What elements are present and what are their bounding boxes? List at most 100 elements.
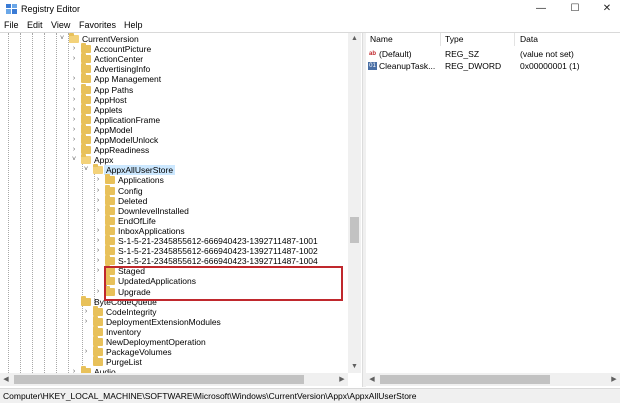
tree-item[interactable]: › S-1-5-21-2345855612-666940423-139271148… [0, 255, 348, 266]
tree-item[interactable]: › ActionCenter [0, 53, 348, 64]
expand-chevron-icon[interactable]: › [94, 266, 102, 276]
expand-chevron-icon[interactable]: › [94, 186, 102, 196]
tree-item[interactable]: › CodeIntegrity [0, 305, 348, 317]
folder-icon [93, 356, 103, 367]
tree-item-label: S-1-5-21-2345855612-666940423-1392711487… [118, 246, 318, 257]
tree-item[interactable]: › Applications [0, 174, 348, 186]
expand-chevron-icon[interactable]: › [82, 317, 90, 327]
key-tree-pane[interactable]: ˅ CurrentVersion › AccountPicture › ActionCen… [0, 33, 362, 387]
folder-icon [93, 164, 103, 175]
expand-chevron-icon[interactable]: › [94, 196, 102, 206]
expand-chevron-icon[interactable]: › [70, 54, 78, 64]
window-title: Registry Editor [21, 4, 81, 14]
tree-item[interactable]: › Deleted [0, 194, 348, 206]
menu-view[interactable]: View [51, 20, 70, 30]
tree-item-label: AppReadiness [94, 145, 150, 156]
tree-item[interactable]: › AppModel [0, 123, 348, 135]
values-horizontal-scrollbar[interactable]: ◀ ▶ [366, 373, 620, 386]
tree-item[interactable]: ˅ CurrentVersion [0, 33, 348, 44]
tree-item[interactable]: › AppReadiness [0, 144, 348, 156]
scroll-up-arrow-icon[interactable]: ▲ [348, 33, 361, 45]
expand-chevron-icon[interactable]: › [70, 95, 78, 105]
tree-item[interactable]: › S-1-5-21-2345855612-666940423-139271148… [0, 245, 348, 257]
expand-chevron-icon[interactable]: › [70, 44, 78, 54]
tree-item[interactable]: › Applets [0, 103, 348, 115]
expand-chevron-icon[interactable]: › [70, 74, 78, 84]
scroll-down-arrow-icon[interactable]: ▼ [348, 361, 361, 373]
tree-horizontal-scroll-thumb[interactable] [14, 375, 304, 384]
expand-chevron-icon[interactable]: › [70, 125, 78, 135]
menu-file[interactable]: File [4, 20, 19, 30]
expand-chevron-icon[interactable]: › [94, 246, 102, 256]
tree-item-label: S-1-5-21-2345855612-666940423-1392711487… [118, 236, 318, 246]
tree-item[interactable]: › DeploymentExtensionModules [0, 315, 348, 327]
tree-item[interactable]: › S-1-5-21-2345855612-666940423-139271148… [0, 235, 348, 246]
expand-chevron-icon[interactable]: › [70, 85, 78, 95]
column-header-type[interactable]: Type [445, 33, 463, 46]
tree-item[interactable]: › ApplicationFrame [0, 113, 348, 125]
tree-item[interactable]: NewDeploymentOperation [0, 336, 348, 347]
value-row[interactable]: 01 CleanupTask... REG_DWORD 0x00000001 (… [366, 60, 620, 72]
expand-chevron-icon[interactable]: › [94, 236, 102, 246]
expand-chevron-icon[interactable]: › [70, 115, 78, 125]
tree-item[interactable]: EndOfLife [0, 214, 348, 226]
minimize-button[interactable]: — [528, 1, 554, 17]
folder-icon [105, 255, 115, 266]
values-horizontal-scroll-thumb[interactable] [380, 375, 550, 384]
tree-item[interactable]: › AppModelUnlock [0, 134, 348, 145]
expand-chevron-icon[interactable]: › [94, 206, 102, 216]
folder-icon [81, 43, 91, 54]
tree-item[interactable]: › AccountPicture [0, 43, 348, 54]
expand-chevron-icon[interactable]: › [70, 105, 78, 115]
tree-item[interactable]: Inventory [0, 325, 348, 337]
tree-vertical-scroll-thumb[interactable] [350, 217, 359, 243]
close-button[interactable]: ✕ [594, 1, 620, 17]
scroll-right-arrow-icon[interactable]: ▶ [336, 373, 348, 386]
folder-icon [81, 83, 91, 94]
column-separator[interactable] [514, 33, 515, 46]
tree-item[interactable]: ˅ Appx [0, 154, 348, 165]
tree-vertical-scrollbar[interactable]: ▲ ▼ [348, 33, 361, 373]
tree-horizontal-scrollbar[interactable]: ◀ ▶ [0, 373, 348, 386]
maximize-button[interactable]: ☐ [562, 1, 588, 17]
scroll-left-arrow-icon[interactable]: ◀ [0, 373, 12, 386]
expand-chevron-icon[interactable]: › [94, 175, 102, 185]
tree-item-label: Applications [118, 175, 164, 186]
expand-chevron-icon[interactable]: › [94, 226, 102, 236]
folder-icon [81, 144, 91, 155]
menu-favorites[interactable]: Favorites [79, 20, 116, 30]
tree-item[interactable]: AdvertisingInfo [0, 63, 348, 75]
collapse-chevron-icon[interactable]: ˅ [58, 34, 66, 44]
tree-item[interactable]: › PackageVolumes [0, 346, 348, 357]
menu-help[interactable]: Help [124, 20, 143, 30]
collapse-chevron-icon[interactable]: ˅ [82, 165, 90, 175]
expand-chevron-icon[interactable]: › [94, 287, 102, 297]
tree-item[interactable]: › App Management [0, 73, 348, 84]
registry-editor-icon [6, 4, 17, 14]
folder-icon [81, 53, 91, 64]
tree-item[interactable]: ˅ AppxAllUserStore [0, 164, 348, 176]
values-pane[interactable]: Name Type Data ab (Default) REG_SZ (valu… [366, 33, 620, 387]
expand-chevron-icon[interactable]: › [70, 145, 78, 155]
column-header-data[interactable]: Data [520, 33, 538, 46]
tree-item[interactable]: › Config [0, 184, 348, 196]
scroll-left-arrow-icon[interactable]: ◀ [366, 373, 378, 386]
tree-item[interactable]: › InboxApplications [0, 224, 348, 236]
expand-chevron-icon[interactable]: › [94, 256, 102, 266]
tree-item[interactable]: PurgeList [0, 356, 348, 367]
collapse-chevron-icon[interactable]: ˅ [70, 155, 78, 165]
scroll-right-arrow-icon[interactable]: ▶ [608, 373, 620, 386]
tree-item[interactable]: › App Paths [0, 83, 348, 95]
expand-chevron-icon[interactable]: › [82, 307, 90, 317]
expand-chevron-icon[interactable]: › [70, 135, 78, 145]
expand-chevron-icon[interactable]: › [82, 347, 90, 357]
tree-item[interactable]: › DownlevelInstalled [0, 204, 348, 216]
value-row[interactable]: ab (Default) REG_SZ (value not set) [366, 48, 620, 60]
column-separator[interactable] [440, 33, 441, 46]
tree-item-label: AdvertisingInfo [94, 64, 151, 75]
column-header-name[interactable]: Name [370, 33, 393, 46]
tree-item[interactable]: › AppHost [0, 93, 348, 105]
menu-edit[interactable]: Edit [27, 20, 43, 30]
